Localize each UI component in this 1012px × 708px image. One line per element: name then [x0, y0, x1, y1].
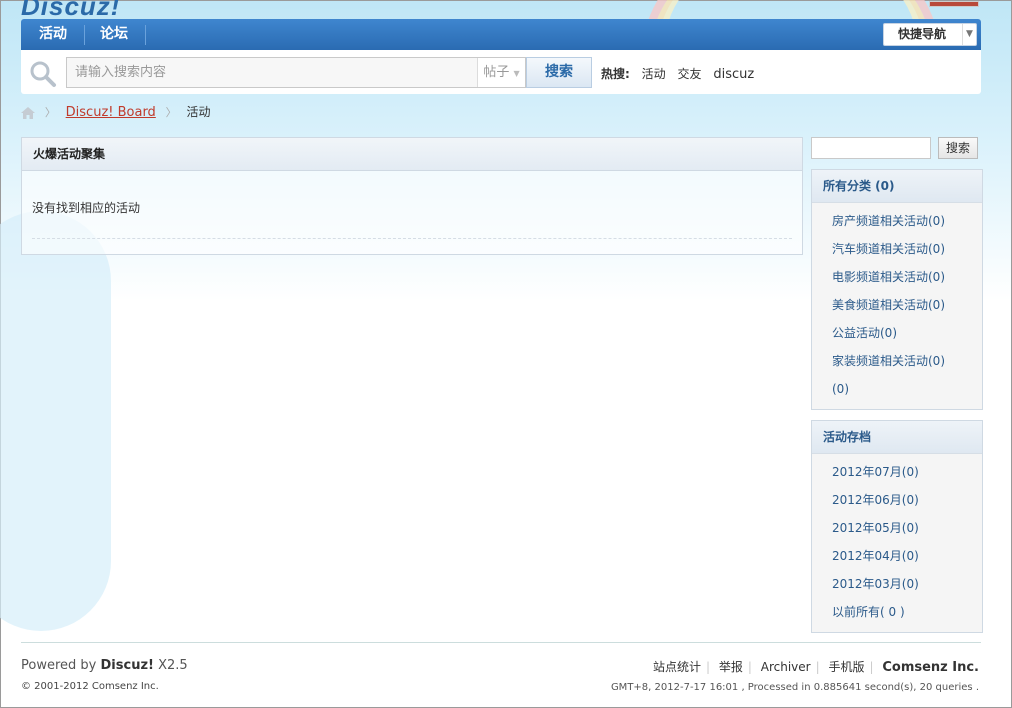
category-item[interactable]: 房产频道相关活动(0) — [832, 207, 982, 235]
nav-item-forum[interactable]: 论坛 — [88, 19, 140, 50]
copyright: © 2001-2012 Comsenz Inc. — [21, 681, 159, 692]
footer-link-stats[interactable]: 站点统计 — [653, 660, 701, 674]
search-type-select[interactable]: 帖子 ▼ — [477, 58, 525, 87]
hot-search-term[interactable]: 活动 — [642, 67, 666, 81]
search-field-wrapper: 请输入搜索内容 帖子 ▼ — [66, 57, 526, 88]
search-type-label: 帖子 — [483, 65, 510, 80]
breadcrumb: 〉 Discuz! Board 〉 活动 — [21, 104, 210, 120]
search-bar: 请输入搜索内容 帖子 ▼ 搜索 热搜: 活动 交友 discuz — [21, 50, 981, 94]
home-icon[interactable] — [21, 106, 35, 119]
category-item[interactable]: (0) — [832, 375, 982, 403]
category-item[interactable]: 电影频道相关活动(0) — [832, 263, 982, 291]
divider — [32, 238, 792, 239]
categories-title: 所有分类 (0) — [812, 170, 982, 203]
hot-search-label: 热搜: — [601, 67, 630, 81]
hot-search-term[interactable]: 交友 — [677, 67, 701, 81]
breadcrumb-separator: 〉 — [165, 106, 177, 119]
nav-item-activity[interactable]: 活动 — [27, 19, 79, 50]
category-item[interactable]: 美食频道相关活动(0) — [832, 291, 982, 319]
archive-item[interactable]: 2012年06月(0) — [832, 486, 982, 514]
footer-link-company[interactable]: Comsenz Inc. — [882, 660, 979, 675]
powered-prefix: Powered by — [21, 658, 97, 673]
archive-item[interactable]: 2012年03月(0) — [832, 570, 982, 598]
hot-search: 热搜: 活动 交友 discuz — [601, 65, 754, 82]
footer-divider — [21, 642, 981, 643]
background-cloud — [0, 211, 111, 631]
footer-links: 站点统计 | 举报 | Archiver | 手机版 | Comsenz Inc. — [652, 660, 979, 675]
category-item[interactable]: 家装频道相关活动(0) — [832, 347, 982, 375]
powered-brand-link[interactable]: Discuz! — [101, 658, 154, 673]
archive-item[interactable]: 2012年07月(0) — [832, 458, 982, 486]
archive-item[interactable]: 2012年05月(0) — [832, 514, 982, 542]
nav-separator — [84, 25, 85, 45]
main-nav: 活动 论坛 快捷导航 ▼ — [21, 19, 981, 50]
nav-separator — [145, 25, 146, 45]
archive-item[interactable]: 2012年04月(0) — [832, 542, 982, 570]
breadcrumb-separator: 〉 — [44, 106, 56, 119]
search-button[interactable]: 搜索 — [526, 57, 592, 88]
panel-title: 火爆活动聚集 — [22, 138, 802, 171]
footer-stats: GMT+8, 2012-7-17 16:01 , Processed in 0.… — [610, 682, 979, 693]
chevron-down-icon[interactable]: ▼ — [962, 24, 976, 45]
archive-item[interactable]: 以前所有( 0 ) — [832, 598, 982, 626]
powered-by: Powered by Discuz! X2.5 — [21, 658, 188, 673]
sidebar-search-button[interactable]: 搜索 — [938, 137, 978, 159]
search-icon — [30, 61, 56, 87]
category-item[interactable]: 公益活动(0) — [832, 319, 982, 347]
footer-link-mobile[interactable]: 手机版 — [828, 660, 864, 674]
archive-list: 2012年07月(0) 2012年06月(0) 2012年05月(0) 2012… — [812, 454, 982, 626]
archive-panel: 活动存档 2012年07月(0) 2012年06月(0) 2012年05月(0)… — [811, 420, 983, 633]
powered-version: X2.5 — [158, 658, 188, 673]
avatar[interactable] — [929, 1, 979, 7]
hot-search-term[interactable]: discuz — [713, 67, 754, 82]
search-input[interactable]: 请输入搜索内容 — [67, 58, 477, 87]
categories-panel: 所有分类 (0) 房产频道相关活动(0) 汽车频道相关活动(0) 电影频道相关活… — [811, 169, 983, 410]
sidebar-search-input[interactable] — [811, 137, 931, 159]
categories-list: 房产频道相关活动(0) 汽车频道相关活动(0) 电影频道相关活动(0) 美食频道… — [812, 203, 982, 403]
chevron-down-icon: ▼ — [513, 69, 520, 78]
category-item[interactable]: 汽车频道相关活动(0) — [832, 235, 982, 263]
activity-panel: 火爆活动聚集 没有找到相应的活动 — [21, 137, 803, 255]
breadcrumb-current: 活动 — [186, 105, 211, 119]
footer-link-archiver[interactable]: Archiver — [761, 660, 811, 674]
empty-message: 没有找到相应的活动 — [32, 201, 141, 215]
archive-title: 活动存档 — [812, 421, 982, 454]
breadcrumb-link-board[interactable]: Discuz! Board — [66, 105, 156, 120]
quick-nav-button[interactable]: 快捷导航 ▼ — [883, 23, 977, 46]
footer-link-report[interactable]: 举报 — [719, 660, 743, 674]
quick-nav-label: 快捷导航 — [898, 27, 947, 41]
